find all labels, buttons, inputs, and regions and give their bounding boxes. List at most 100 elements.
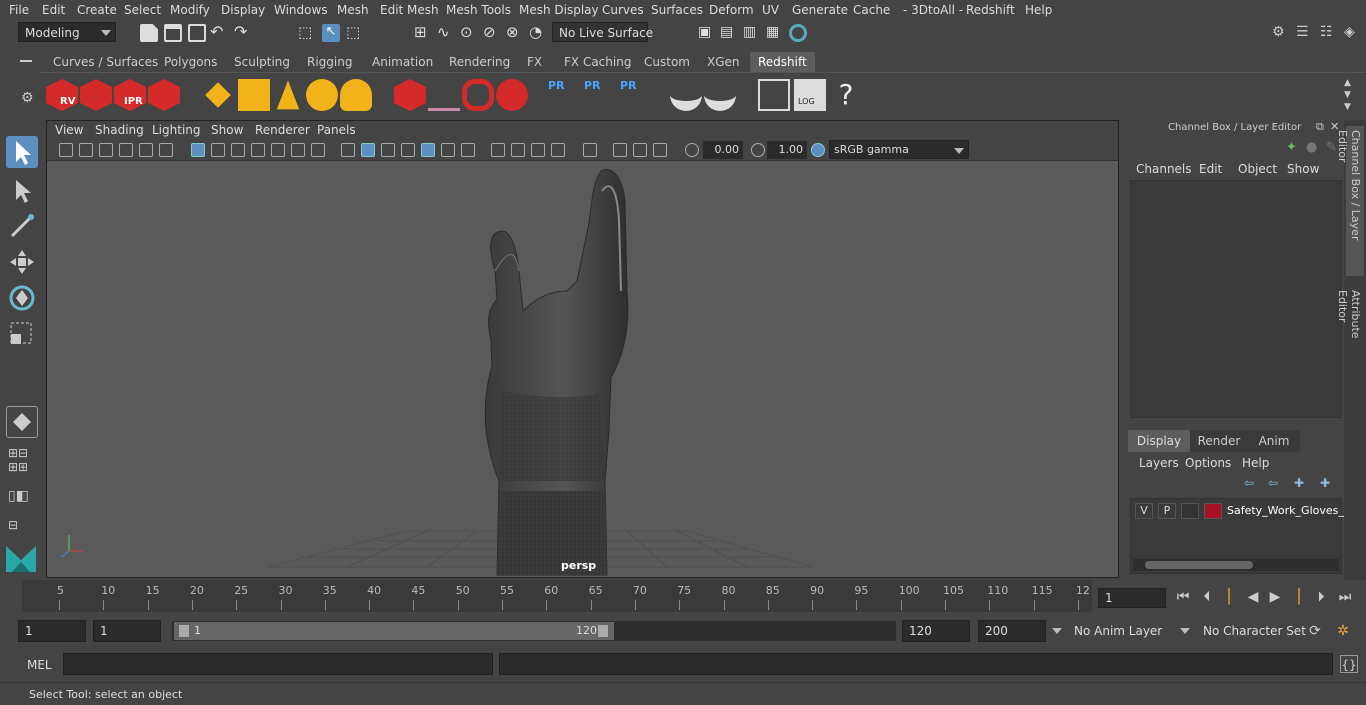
shadows-icon[interactable] (441, 143, 455, 157)
safe-action-icon[interactable] (291, 143, 305, 157)
rs-render-settings-icon[interactable] (148, 79, 180, 111)
viewport-menu-panels[interactable]: Panels (317, 123, 356, 137)
menu-windows[interactable]: Windows (274, 3, 328, 17)
film-gate-icon[interactable] (211, 143, 225, 157)
textured-icon[interactable] (401, 143, 415, 157)
workspace-icon[interactable]: ⚙ (1272, 24, 1290, 42)
tab-rendering[interactable]: Rendering (441, 52, 518, 72)
snap-live-icon[interactable]: ◔ (529, 24, 547, 42)
rs-batch-render-icon[interactable] (80, 79, 112, 111)
menu-display[interactable]: Display (221, 3, 265, 17)
rs-help-icon[interactable]: ? (830, 79, 862, 111)
layout-single-pane-icon[interactable]: ⊟ (8, 518, 36, 532)
rs-hair-icon[interactable] (428, 79, 460, 111)
grid-toggle-icon[interactable] (191, 143, 205, 157)
tab-sculpting[interactable]: Sculpting (226, 52, 298, 72)
range-handle-left[interactable] (179, 625, 189, 637)
snap-view-plane-icon[interactable]: ⊘ (483, 24, 501, 42)
menu-surfaces[interactable]: Surfaces (651, 3, 703, 17)
motion-blur-icon[interactable] (491, 143, 505, 157)
rs-sun-sky-icon[interactable] (340, 79, 372, 111)
tab-xgen[interactable]: XGen (699, 52, 748, 72)
xray-active-icon[interactable] (613, 143, 627, 157)
viewport-menu-renderer[interactable]: Renderer (255, 123, 310, 137)
step-forward-frame-icon[interactable]: ⏵ (1312, 588, 1330, 606)
current-frame-field[interactable]: 1 (1098, 588, 1166, 608)
xray-icon[interactable] (583, 143, 597, 157)
snap-curve-icon[interactable]: ∿ (437, 24, 455, 42)
anim-start-field[interactable]: 1 (18, 620, 86, 642)
circle-icon[interactable]: ● (1306, 140, 1317, 155)
tab-fx-caching[interactable]: FX Caching (556, 52, 639, 72)
viewport-menu-shading[interactable]: Shading (95, 123, 144, 137)
new-scene-icon[interactable] (140, 24, 158, 42)
menu-create[interactable]: Create (77, 3, 117, 17)
layer-menu-options[interactable]: Options (1185, 456, 1231, 470)
rs-material-icon[interactable] (496, 79, 528, 111)
undo-icon[interactable]: ↶ (210, 24, 228, 42)
resolution-gate-icon[interactable] (231, 143, 245, 157)
xray-joints-icon[interactable] (633, 143, 647, 157)
tab-fx[interactable]: FX (519, 52, 550, 72)
rs-pr-export-icon[interactable]: PR (584, 79, 616, 111)
snap-grid-icon[interactable]: ⊞ (414, 24, 432, 42)
step-back-key-icon[interactable]: ⎮ (1220, 588, 1238, 606)
color-space-dropdown[interactable]: sRGB gamma (829, 140, 969, 159)
tab-polygons[interactable]: Polygons (156, 52, 225, 72)
new-layer-icon[interactable]: ✚ (1294, 476, 1304, 490)
layout-two-pane-icon[interactable]: ▯◧ (8, 484, 36, 510)
menu-help[interactable]: Help (1025, 3, 1052, 17)
menu-file[interactable]: File (9, 3, 29, 17)
viewport-panel[interactable]: View Shading Lighting Show Renderer Pane… (46, 120, 1119, 578)
channel-box-toggle-icon[interactable]: ◈ (1344, 24, 1362, 42)
bookmark-icon[interactable] (99, 143, 113, 157)
layout-four-pane-icon[interactable]: ⊞⊟ ⊞⊞ (8, 446, 36, 474)
mel-label[interactable]: MEL (27, 658, 52, 672)
rs-bake-icon[interactable] (670, 79, 702, 111)
menu-mesh[interactable]: Mesh (337, 3, 369, 17)
layer-menu-help[interactable]: Help (1242, 456, 1269, 470)
two-d-pan-icon[interactable] (139, 143, 153, 157)
depth-of-field-icon[interactable] (531, 143, 545, 157)
exposure-field[interactable]: 0.00 (703, 141, 743, 159)
playback-end-field[interactable]: 120 (902, 620, 970, 642)
smooth-shade-icon[interactable] (361, 143, 375, 157)
menu-mesh-tools[interactable]: Mesh Tools (446, 3, 511, 17)
step-forward-key-icon[interactable]: ⎮ (1290, 588, 1308, 606)
menu-edit[interactable]: Edit (42, 3, 65, 17)
viewport-menu-lighting[interactable]: Lighting (152, 123, 201, 137)
tab-layer-display[interactable]: Display (1128, 430, 1190, 452)
backface-culling-icon[interactable] (653, 143, 667, 157)
script-editor-icon[interactable]: {} (1340, 655, 1358, 673)
menu-modify[interactable]: Modify (170, 3, 210, 17)
tab-curves-surfaces[interactable]: Curves / Surfaces (45, 52, 166, 72)
layer-menu-layers[interactable]: Layers (1139, 456, 1179, 470)
rs-pr-convert-icon[interactable]: PR (620, 79, 652, 111)
menu-curves[interactable]: Curves (602, 3, 644, 17)
shelf-gear-icon[interactable]: ⚙ (21, 90, 34, 106)
menu-select[interactable]: Select (124, 3, 161, 17)
snap-surface-icon[interactable]: ⊗ (506, 24, 524, 42)
safe-title-icon[interactable] (311, 143, 325, 157)
tab-channel-box-side[interactable]: Channel Box / Layer Editor (1336, 126, 1364, 276)
shelf-menu-icon[interactable] (20, 60, 32, 62)
go-to-end-icon[interactable]: ⏭ (1336, 588, 1354, 606)
rs-render-view-icon[interactable]: RV (46, 79, 78, 111)
command-input[interactable] (63, 653, 493, 675)
use-all-lights-icon[interactable] (421, 143, 435, 157)
mode-selector[interactable]: Modeling (18, 22, 116, 42)
anti-aliasing-icon[interactable] (511, 143, 525, 157)
play-forward-icon[interactable]: ▶ (1266, 588, 1284, 606)
anim-layer-dropdown[interactable]: No Anim Layer (1050, 621, 1172, 641)
camera-select-icon[interactable] (59, 143, 73, 157)
viewport-menu-show[interactable]: Show (211, 123, 243, 137)
render-settings-icon[interactable]: ▦ (766, 24, 784, 42)
layer-row[interactable]: V P Safety_Work_Gloves_S (1131, 501, 1351, 521)
layer-playback-toggle[interactable]: P (1158, 503, 1176, 519)
exposure-icon[interactable] (685, 143, 699, 157)
viewport-menu-view[interactable]: View (55, 123, 83, 137)
transform-icon[interactable]: ✦ (1286, 140, 1297, 155)
render-view-icon[interactable]: ▣ (698, 24, 716, 42)
layer-name[interactable]: Safety_Work_Gloves_S (1227, 504, 1351, 517)
color-management-icon[interactable] (811, 143, 825, 157)
